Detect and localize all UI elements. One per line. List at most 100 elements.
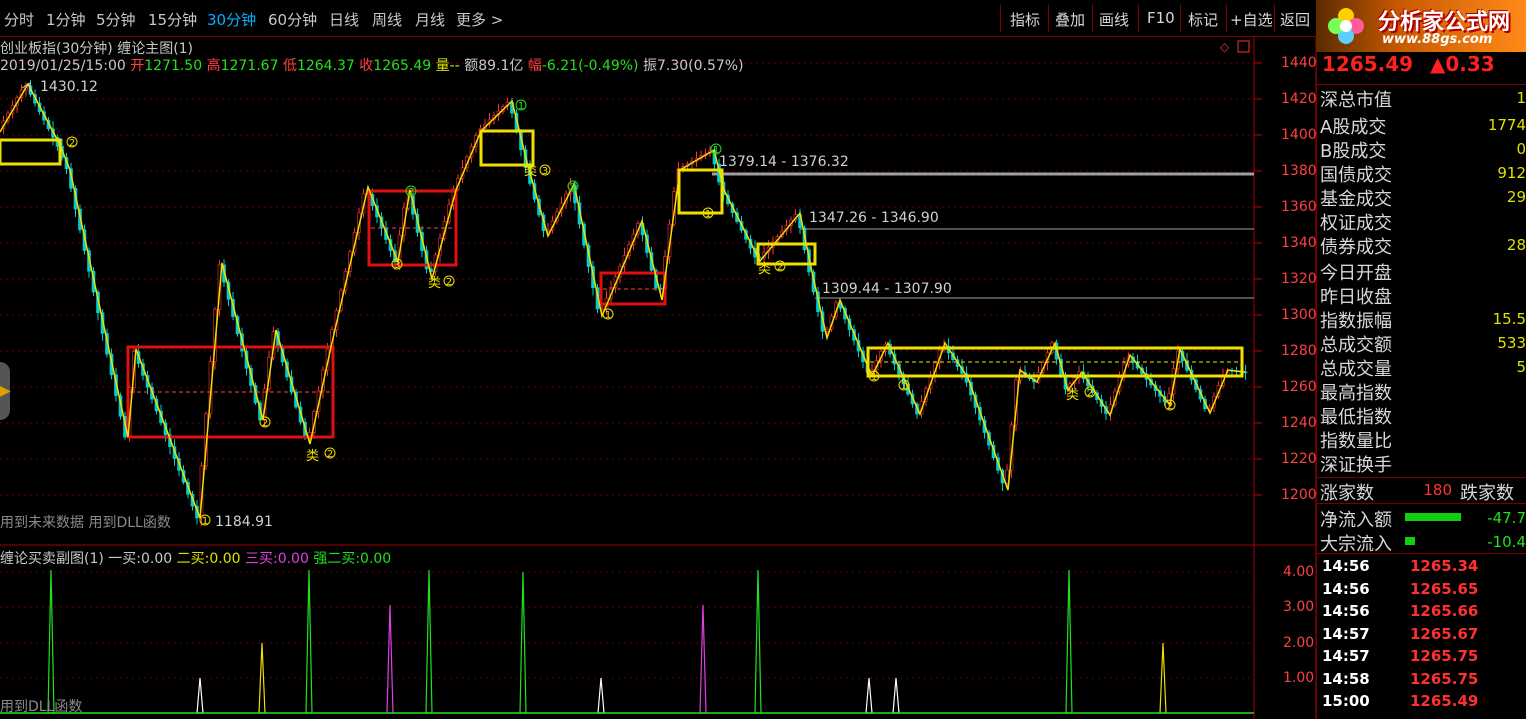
svg-text:1: 1 (605, 310, 611, 321)
stat-value: 29 (1506, 188, 1526, 206)
level-label-2: 1347.26 - 1346.90 (809, 210, 939, 226)
flower-icon (1328, 8, 1364, 44)
current-price: 1265.49 (1322, 52, 1414, 76)
signal-spike (386, 604, 394, 714)
signal-spike (1065, 569, 1073, 714)
tick-price: 1265.66 (1410, 602, 1479, 620)
stat-value: 15.5 (1492, 310, 1526, 328)
axis-label: 1440 (1281, 55, 1317, 71)
stat-label: 总成交量 (1320, 359, 1392, 380)
stat-label: 权证成交 (1320, 213, 1392, 234)
high-label: 高 (206, 58, 221, 74)
signal-spike (258, 642, 266, 714)
axis-label: 1240 (1281, 415, 1317, 431)
axis-label: 1340 (1281, 235, 1317, 251)
amount-value: 89.1亿 (478, 58, 524, 74)
svg-text:类: 类 (758, 262, 771, 277)
logo-url: www.88gs.com (1382, 32, 1493, 47)
amplitude-label: 振 (642, 58, 657, 74)
stat-label: 最低指数 (1320, 407, 1392, 428)
block-inflow-value: -10.4 (1487, 533, 1526, 551)
axis-label: 1300 (1281, 307, 1317, 323)
signal-spike (425, 569, 433, 714)
buy2-label: 二买: (176, 551, 210, 567)
axis-label: 1200 (1281, 487, 1317, 503)
high-annotation: 1430.12 (40, 79, 98, 95)
signal-spike (597, 677, 605, 714)
signal-spike (47, 569, 55, 714)
buy-signal-spikes (47, 569, 1167, 714)
stat-label: 最高指数 (1320, 383, 1392, 404)
up-count-value: 180 (1423, 481, 1452, 499)
formula-note-main: 用到未来数据 用到DLL函数 (0, 515, 171, 531)
level-label-1: 1379.14 - 1376.32 (719, 154, 849, 170)
amount-label: 额 (464, 58, 479, 74)
low-value: 1264.37 (296, 58, 355, 74)
diamond-icon: ◇ (1220, 40, 1230, 54)
stat-label: 指数量比 (1320, 431, 1392, 452)
expand-arrow-icon[interactable]: ▶ (0, 383, 11, 399)
signal-spike (1159, 642, 1167, 714)
tick-price: 1265.75 (1410, 669, 1479, 688)
axis-label: 2.00 (1283, 635, 1315, 651)
strong-buy2-value: 0.00 (360, 551, 392, 567)
signal-spike (699, 604, 707, 714)
svg-text:类: 类 (306, 449, 319, 464)
stat-label: 国债成交 (1320, 165, 1392, 186)
stat-label: 深总市值 (1320, 90, 1392, 111)
change-label: 幅 (527, 58, 542, 74)
axis-label: 1220 (1281, 451, 1317, 467)
axis-label: 1.00 (1283, 670, 1315, 686)
tick-time: 14:58 (1322, 669, 1370, 688)
stat-value: 0 (1516, 140, 1526, 158)
tick-price: 1265.75 (1410, 647, 1479, 665)
svg-text:1: 1 (202, 516, 208, 527)
low-annotation: 1184.91 (215, 514, 273, 530)
axis-label: 1380 (1281, 163, 1317, 179)
stat-value: 533 (1497, 334, 1526, 352)
svg-text:2: 2 (1167, 401, 1173, 412)
svg-text:2: 2 (327, 449, 333, 460)
axis-label: 1420 (1281, 91, 1317, 107)
signal-spike (305, 569, 313, 714)
net-inflow-bar (1405, 513, 1461, 521)
zhongshu-boxes (0, 129, 1244, 439)
buy2-value: 0.00 (209, 551, 241, 567)
price-axis-ticks (1254, 62, 1262, 496)
signal-spike (865, 677, 873, 714)
tick-time: 14:56 (1322, 557, 1370, 575)
kline-chart[interactable]: 2 2 2 3 2 2 1 3 3 1 1 1 2 1 1 2 2 1 类 类 … (0, 0, 1316, 719)
level-label-3: 1309.44 - 1307.90 (822, 281, 952, 297)
sub-grid (0, 571, 1254, 679)
low-label: 低 (282, 58, 297, 74)
change-value: -6.21(-0.49%) (541, 58, 639, 74)
block-inflow-bar (1405, 537, 1415, 545)
net-inflow-value: -47.7 (1487, 509, 1526, 527)
stat-label: 深证换手 (1320, 455, 1392, 476)
stat-label: 今日开盘 (1320, 263, 1392, 284)
buy3-value: 0.00 (277, 551, 309, 567)
high-value: 1271.67 (220, 58, 279, 74)
stat-value: 912 (1497, 164, 1526, 182)
stat-value: 28 (1506, 236, 1526, 254)
buy1-label: 一买: (108, 551, 142, 567)
svg-text:1: 1 (518, 101, 524, 112)
sub-indicator-name: 缠论买卖副图(1) (0, 551, 104, 567)
down-count-label: 跌家数 (1460, 483, 1514, 504)
signal-spike (754, 569, 762, 714)
svg-text:2: 2 (777, 262, 783, 273)
signal-spike (892, 677, 900, 714)
axis-label: 1360 (1281, 199, 1317, 215)
tick-price: 1265.49 (1410, 692, 1479, 710)
svg-text:类: 类 (1066, 388, 1079, 403)
svg-text:2: 2 (69, 138, 75, 149)
tick-time: 14:57 (1322, 647, 1370, 665)
net-inflow-label: 净流入额 (1320, 510, 1392, 531)
tick-time: 15:00 (1322, 692, 1370, 710)
close-value: 1265.49 (373, 58, 432, 74)
svg-text:类: 类 (524, 164, 537, 179)
main-grid (0, 62, 1254, 496)
bi-stroke-line (0, 82, 1246, 519)
tick-price: 1265.65 (1410, 579, 1479, 598)
stat-value: 5 (1516, 358, 1526, 376)
